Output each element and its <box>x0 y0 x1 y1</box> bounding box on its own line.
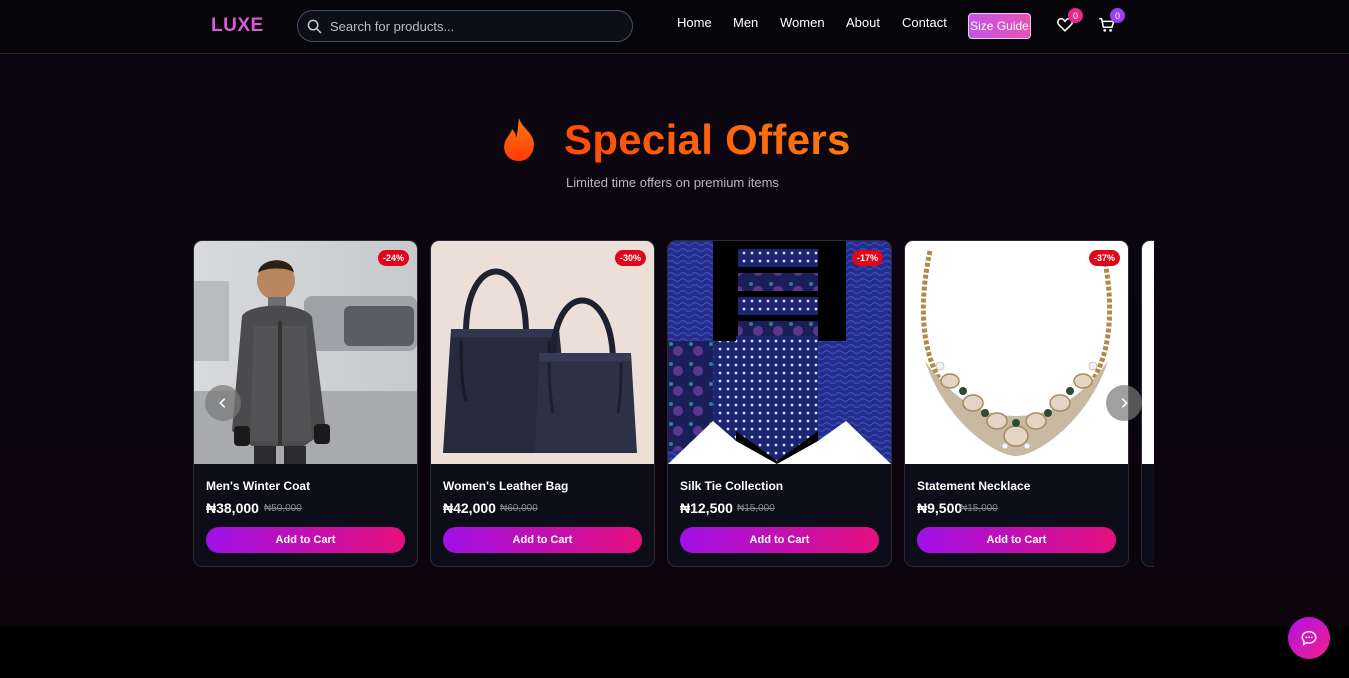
search-bar[interactable] <box>297 10 633 42</box>
site-header: LUXE Home Men Women About Contact Size G… <box>0 0 1349 54</box>
fire-icon <box>504 118 534 161</box>
product-card[interactable]: -37% Statement Necklace ₦9,500 ₦15,000 A… <box>904 240 1129 567</box>
coat-photo[interactable] <box>194 241 417 464</box>
discount-badge: -37% <box>1088 250 1120 266</box>
necklace-photo[interactable] <box>905 241 1128 464</box>
nav-men[interactable]: Men <box>733 15 758 30</box>
size-guide-button[interactable]: Size Guide <box>968 13 1031 39</box>
product-price: ₦12,500 <box>680 500 733 516</box>
cart-count-badge: 0 <box>1110 8 1125 23</box>
section-subtitle: Limited time offers on premium items <box>566 175 779 190</box>
chevron-left-icon <box>219 398 226 408</box>
product-name[interactable]: Women's Leather Bag <box>443 479 568 493</box>
product-card[interactable]: -30% Women's Leather Bag ₦42,000 ₦60,000… <box>430 240 655 567</box>
chat-button[interactable] <box>1288 617 1330 659</box>
carousel-next-button[interactable] <box>1106 385 1142 421</box>
product-price: ₦42,000 <box>443 500 496 516</box>
discount-badge: -24% <box>377 250 409 266</box>
logo[interactable]: LUXE <box>211 15 264 37</box>
product-old-price: ₦15,000 <box>960 503 998 514</box>
offers-carousel: -24% Men's Winter Coat ₦38,000 ₦50,000 A… <box>193 240 1154 568</box>
special-offers-section: Special Offers Limited time offers on pr… <box>0 55 1349 627</box>
section-heading: Special Offers <box>500 115 851 165</box>
add-to-cart-button[interactable]: Add to Cart <box>443 527 642 553</box>
search-input[interactable] <box>330 18 610 34</box>
product-name[interactable]: Men's Winter Coat <box>206 479 310 493</box>
nav-about[interactable]: About <box>846 15 880 30</box>
product-card-partial[interactable] <box>1141 240 1154 567</box>
carousel-prev-button[interactable] <box>205 385 241 421</box>
product-name[interactable]: Silk Tie Collection <box>680 479 783 493</box>
nav-contact[interactable]: Contact <box>902 15 947 30</box>
product-price: ₦38,000 <box>206 500 259 516</box>
discount-badge: -30% <box>614 250 646 266</box>
search-icon <box>307 19 322 33</box>
product-old-price: ₦50,000 <box>264 503 302 514</box>
product-photo[interactable] <box>1142 241 1154 464</box>
product-old-price: ₦15,000 <box>737 503 775 514</box>
nav-home[interactable]: Home <box>677 15 712 30</box>
wishlist-count-badge: 0 <box>1068 8 1083 23</box>
chat-icon <box>1301 630 1317 646</box>
chevron-right-icon <box>1121 398 1128 408</box>
add-to-cart-button[interactable]: Add to Cart <box>206 527 405 553</box>
product-card[interactable]: -17% Silk Tie Collection ₦12,500 ₦15,000… <box>667 240 892 567</box>
section-title: Special Offers <box>564 116 851 163</box>
product-price: ₦9,500 <box>917 500 963 516</box>
add-to-cart-button[interactable]: Add to Cart <box>917 527 1116 553</box>
add-to-cart-button[interactable]: Add to Cart <box>680 527 879 553</box>
product-name[interactable]: Statement Necklace <box>917 479 1030 493</box>
discount-badge: -17% <box>851 250 883 266</box>
nav-women[interactable]: Women <box>780 15 825 30</box>
product-old-price: ₦60,000 <box>500 503 538 514</box>
bag-photo[interactable] <box>431 241 654 464</box>
ties-photo[interactable] <box>668 241 891 464</box>
